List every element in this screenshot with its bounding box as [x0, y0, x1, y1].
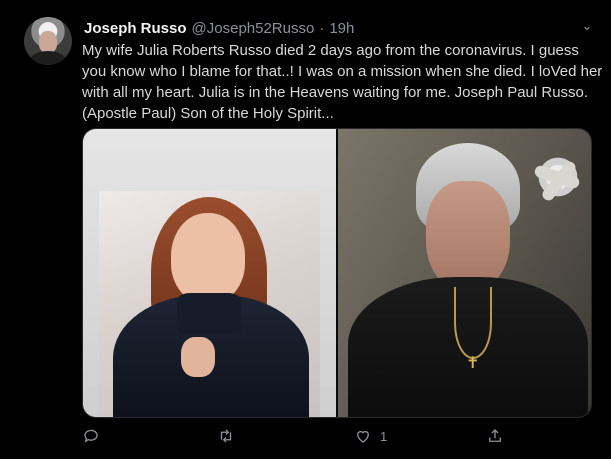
retweet-icon: [220, 429, 232, 443]
face-shape: [426, 181, 510, 291]
share-icon: [489, 429, 501, 442]
timestamp[interactable]: 19h: [329, 20, 354, 37]
avatar-shoulders: [30, 51, 66, 65]
share-button[interactable]: [486, 426, 512, 446]
reply-icon: [84, 429, 98, 443]
display-name[interactable]: Joseph Russo: [84, 20, 187, 37]
caret-down-icon[interactable]: ⌄: [579, 18, 595, 34]
media-grid[interactable]: ✝: [82, 128, 592, 418]
cross-pendant-icon: ✝: [466, 355, 480, 372]
reply-button[interactable]: [82, 426, 108, 446]
action-bar: 1: [82, 426, 512, 446]
avatar-face: [39, 31, 57, 53]
like-count: 1: [380, 428, 388, 444]
handle[interactable]: @Joseph52Russo: [192, 20, 315, 37]
like-icon: [357, 430, 369, 443]
retweet-button[interactable]: [217, 426, 243, 446]
like-button[interactable]: 1: [354, 426, 387, 446]
media-image-right[interactable]: ✝: [338, 129, 591, 417]
ceiling-fan: [528, 147, 588, 207]
necklace-chain: [454, 287, 492, 359]
tweet[interactable]: Joseph Russo @Joseph52Russo · 19h ⌄ My w…: [0, 0, 611, 459]
tweet-header: Joseph Russo @Joseph52Russo · 19h: [84, 18, 581, 38]
portrait-photo: [99, 191, 320, 417]
face-shape: [171, 213, 245, 303]
media-image-left[interactable]: [83, 129, 336, 417]
separator: ·: [319, 19, 325, 37]
avatar[interactable]: [24, 17, 72, 65]
collar-shape: [177, 293, 241, 333]
tweet-text: My wife Julia Roberts Russo died 2 days …: [82, 42, 603, 122]
hand-shape: [181, 337, 215, 377]
